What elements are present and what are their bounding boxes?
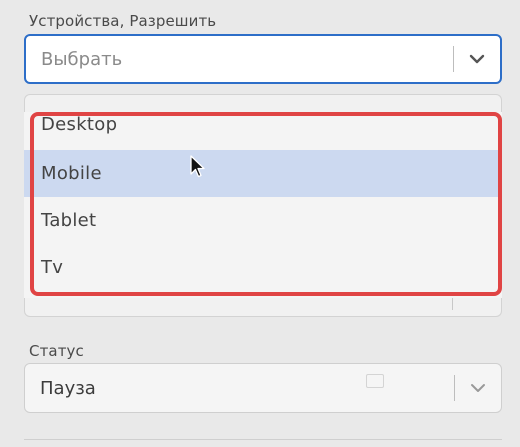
section-divider bbox=[24, 439, 502, 440]
dropdown-option-tv[interactable]: Tv bbox=[24, 244, 502, 291]
page: Устройства, Разрешить Выбрать Desktop Mo… bbox=[0, 0, 520, 447]
status-field-label: Статус bbox=[29, 342, 84, 360]
status-select-value: Пауза bbox=[40, 377, 96, 399]
chevron-down-icon[interactable] bbox=[454, 36, 500, 82]
devices-select-placeholder: Выбрать bbox=[41, 48, 123, 70]
watermark-icon bbox=[366, 374, 384, 388]
dropdown-option-desktop[interactable]: Desktop bbox=[24, 112, 502, 150]
chevron-down-icon[interactable] bbox=[455, 364, 501, 412]
status-select[interactable]: Пауза bbox=[24, 363, 502, 413]
devices-dropdown-list: Desktop Mobile Tablet Tv bbox=[24, 112, 502, 298]
watermark-logo bbox=[366, 374, 384, 388]
dropdown-option-tablet[interactable]: Tablet bbox=[24, 197, 502, 244]
mouse-cursor-icon bbox=[190, 155, 206, 183]
devices-select[interactable]: Выбрать bbox=[24, 34, 502, 84]
dropdown-option-mobile[interactable]: Mobile bbox=[24, 150, 502, 197]
devices-field-label: Устройства, Разрешить bbox=[29, 12, 217, 30]
